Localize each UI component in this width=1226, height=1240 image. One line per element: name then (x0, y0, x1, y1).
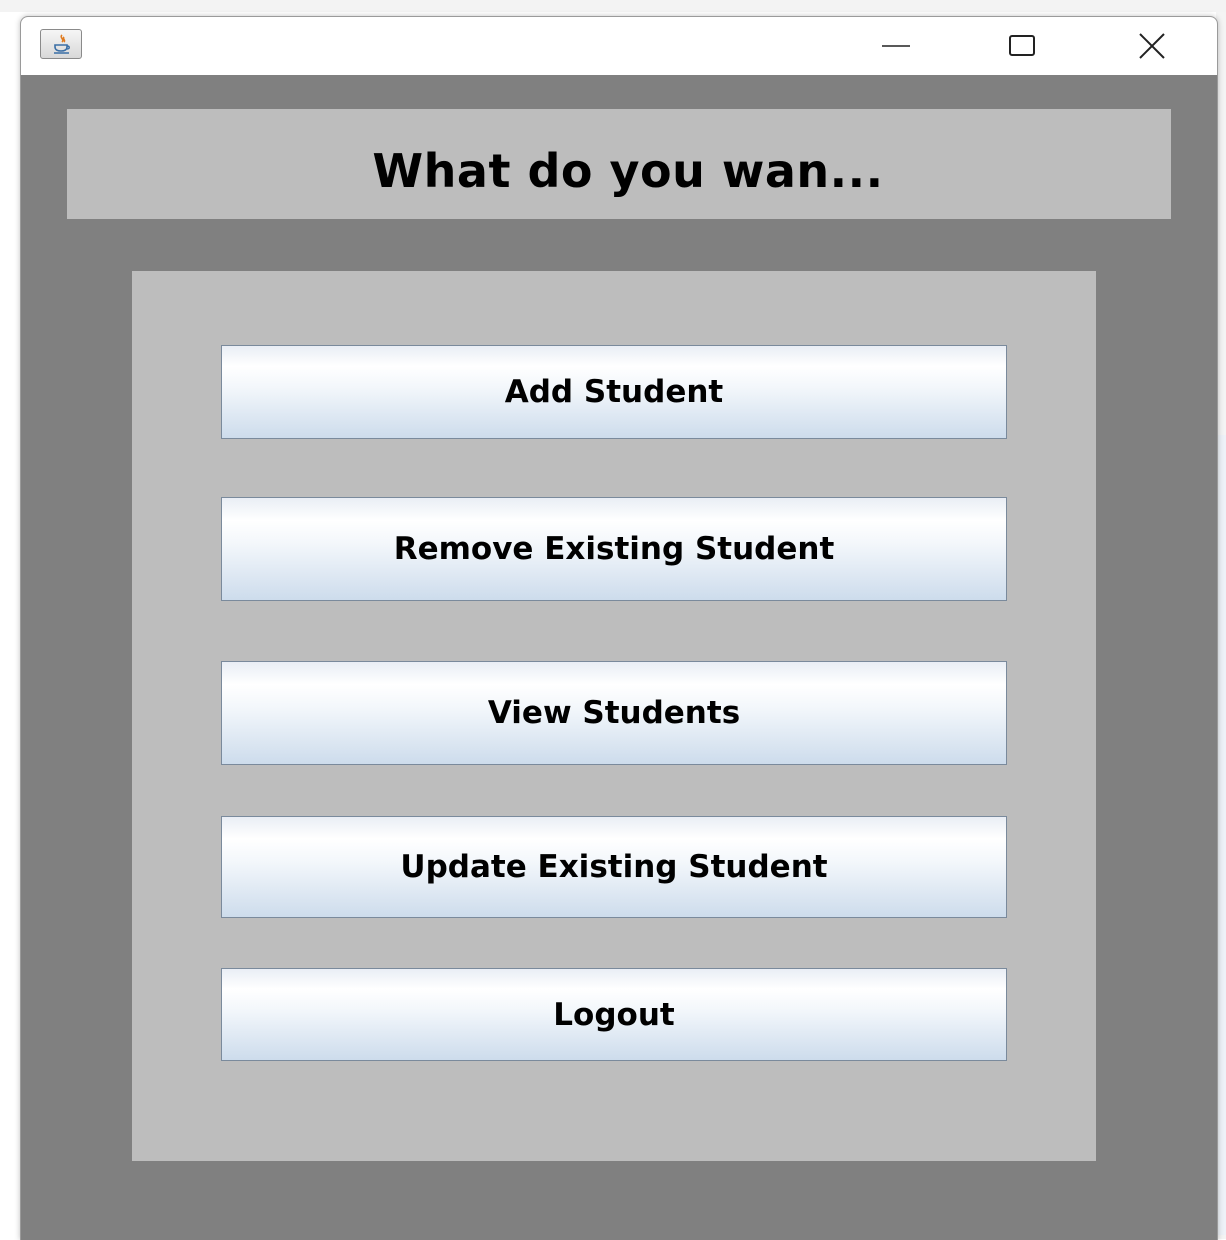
title-bar[interactable] (21, 17, 1217, 75)
minimize-button[interactable] (861, 25, 931, 67)
background-editor-left (0, 12, 20, 1239)
maximize-icon (1009, 35, 1035, 56)
app-window: What do you wan... Add Student Remove Ex… (20, 16, 1218, 1240)
close-icon (1139, 33, 1165, 59)
desktop-background-strip (0, 0, 1226, 12)
header-panel: What do you wan... (67, 109, 1171, 219)
update-existing-student-button[interactable]: Update Existing Student (221, 816, 1007, 918)
maximize-button[interactable] (987, 25, 1057, 67)
view-students-button[interactable]: View Students (221, 661, 1007, 765)
menu-panel: Add Student Remove Existing Student View… (132, 271, 1096, 1161)
logout-button[interactable]: Logout (221, 968, 1007, 1061)
remove-existing-student-button[interactable]: Remove Existing Student (221, 497, 1007, 601)
content-pane: What do you wan... Add Student Remove Ex… (21, 75, 1217, 1240)
add-student-button[interactable]: Add Student (221, 345, 1007, 439)
close-button[interactable] (1117, 25, 1187, 67)
java-coffee-cup-icon[interactable] (40, 29, 82, 59)
page-title: What do you wan... (372, 144, 884, 198)
minimize-icon (882, 45, 910, 47)
